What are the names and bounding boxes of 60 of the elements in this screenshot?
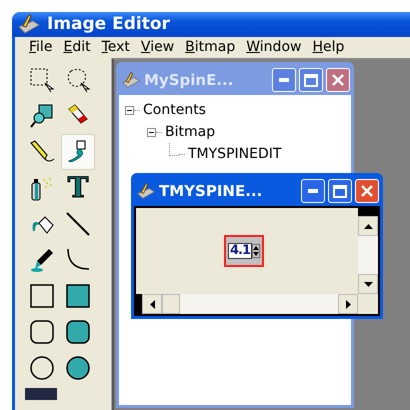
maximize-button[interactable] (328, 179, 352, 203)
collapse-toggle[interactable] (125, 106, 134, 114)
menu-item[interactable]: Help (308, 39, 352, 56)
close-icon (361, 185, 373, 197)
spray-can-icon (29, 175, 55, 201)
paint-icon (121, 71, 141, 89)
window-title: Image Editor (47, 14, 170, 34)
right-arrow-icon (346, 300, 350, 308)
close-button[interactable] (326, 68, 350, 92)
scroll-right-button[interactable] (338, 294, 358, 314)
spin-arrows-icon (252, 244, 260, 258)
minimize-button[interactable] (272, 68, 296, 92)
menu-item[interactable]: View (136, 39, 182, 56)
window-title: TMYSPINE... (159, 182, 264, 200)
minimize-icon (308, 189, 318, 193)
collapse-toggle[interactable] (147, 128, 156, 136)
scroll-up-button[interactable] (358, 216, 378, 236)
menu-item[interactable]: Edit (59, 39, 98, 56)
menu-item[interactable]: File (25, 39, 60, 56)
paint-icon (17, 13, 41, 36)
color-swatch[interactable] (25, 388, 57, 400)
tree-item[interactable]: TMYSPINEDIT (188, 146, 282, 162)
eyedropper-icon (29, 247, 55, 273)
vertical-scrollbar[interactable] (358, 208, 378, 294)
text-tool-icon: T (68, 174, 88, 202)
close-icon (332, 74, 344, 86)
menu-item[interactable]: Window (242, 39, 308, 56)
spin-edit[interactable]: 4.1 (224, 235, 264, 267)
spin-value: 4.1 (228, 243, 252, 259)
paint-icon (136, 182, 156, 200)
maximize-icon (333, 184, 347, 198)
tool-button[interactable] (61, 134, 95, 170)
scroll-down-button[interactable] (358, 274, 378, 294)
filled-rounded-rectangle-icon (65, 319, 91, 345)
scroll-thumb[interactable] (162, 294, 180, 314)
horizontal-scrollbar[interactable] (136, 294, 358, 314)
down-arrow-icon (364, 282, 372, 286)
minimize-icon (279, 78, 289, 82)
lasso-icon (65, 67, 91, 93)
close-button[interactable] (355, 179, 379, 203)
rectangle-icon (29, 283, 55, 309)
filled-rectangle-icon (65, 283, 91, 309)
ellipse-icon (29, 355, 55, 381)
tree-item[interactable]: Contents (143, 102, 206, 118)
rounded-rectangle-icon (29, 319, 55, 345)
window-title: MySpinE... (144, 71, 234, 89)
tree-item[interactable]: Bitmap (165, 124, 216, 140)
up-arrow-icon (364, 224, 372, 228)
maximize-button[interactable] (299, 68, 323, 92)
maximize-icon (304, 74, 318, 86)
filled-ellipse-icon (65, 355, 91, 381)
left-arrow-icon (150, 300, 154, 308)
minimize-button[interactable] (301, 179, 325, 203)
menu-item[interactable]: Bitmap (181, 39, 242, 56)
selection-icon (29, 67, 55, 93)
magnifier-icon (29, 103, 55, 129)
scroll-left-button[interactable] (142, 294, 162, 314)
menu-item[interactable]: Text (98, 39, 137, 56)
line-icon (65, 211, 91, 237)
tool-button[interactable]: T (61, 170, 95, 206)
